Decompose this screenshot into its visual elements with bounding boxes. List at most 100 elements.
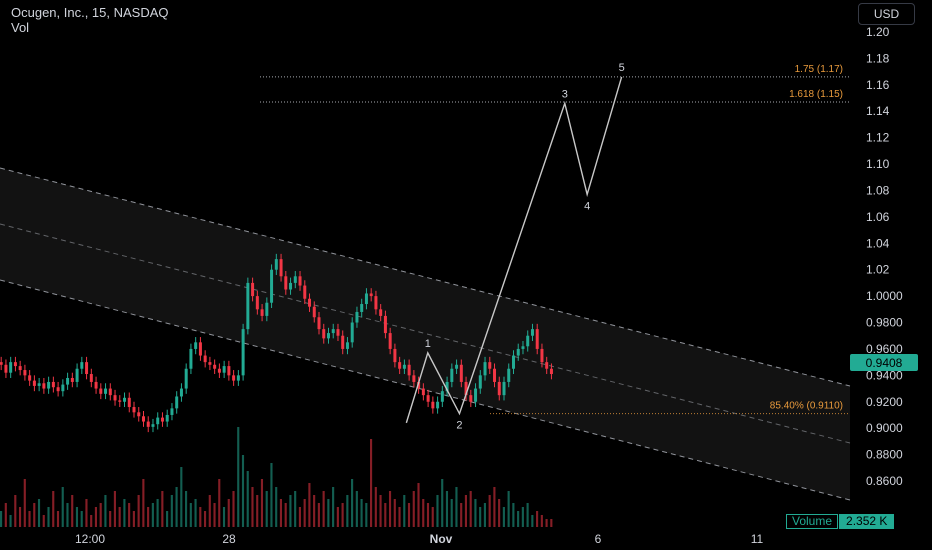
candle-body bbox=[89, 374, 93, 382]
wave-label: 1 bbox=[425, 338, 431, 350]
volume-bar bbox=[227, 499, 230, 527]
volume-bar bbox=[104, 495, 107, 527]
volume-bar bbox=[327, 499, 330, 527]
y-axis-tick: 1.0000 bbox=[866, 289, 903, 303]
candle-body bbox=[360, 304, 364, 312]
candle-body bbox=[189, 348, 193, 369]
y-axis-tick: 1.16 bbox=[866, 78, 890, 92]
volume-bar bbox=[237, 427, 240, 527]
volume-bar bbox=[71, 495, 74, 527]
volume-indicator-label[interactable]: Vol bbox=[11, 20, 29, 35]
candle-body bbox=[364, 293, 368, 305]
candle-body bbox=[355, 311, 359, 323]
volume-bar bbox=[189, 503, 192, 527]
candle-body bbox=[265, 302, 269, 316]
candle-body bbox=[459, 364, 463, 382]
volume-bar bbox=[517, 511, 520, 527]
volume-bar bbox=[474, 499, 477, 527]
y-axis-tick: 1.18 bbox=[866, 51, 890, 65]
candle-body bbox=[497, 381, 501, 396]
volume-bar bbox=[507, 491, 510, 527]
volume-bar bbox=[346, 495, 349, 527]
volume-bar bbox=[9, 515, 12, 527]
volume-bar bbox=[407, 503, 411, 527]
candle-body bbox=[336, 329, 340, 336]
volume-bar bbox=[332, 487, 335, 527]
volume-bar bbox=[180, 467, 183, 527]
volume-bar bbox=[365, 503, 368, 527]
candle-body bbox=[132, 407, 136, 413]
candle-body bbox=[398, 362, 402, 369]
candle-body bbox=[279, 259, 283, 277]
volume-bar bbox=[483, 503, 486, 527]
volume-legend[interactable]: Volume 2.352 K bbox=[786, 514, 895, 529]
candle-body bbox=[322, 329, 326, 339]
candle-body bbox=[402, 364, 406, 369]
candle-body bbox=[436, 401, 440, 409]
volume-bar bbox=[61, 487, 64, 527]
volume-bar bbox=[322, 491, 325, 527]
volume-bar bbox=[488, 495, 491, 527]
volume-bar bbox=[370, 439, 373, 527]
candle-body bbox=[317, 317, 321, 330]
candle-body bbox=[549, 368, 553, 375]
candle-body bbox=[412, 375, 416, 382]
candle-body bbox=[383, 315, 387, 334]
volume-bar bbox=[118, 507, 121, 527]
y-axis-tick: 0.8800 bbox=[866, 448, 903, 462]
candle-body bbox=[61, 384, 65, 392]
candle-body bbox=[326, 333, 330, 339]
candle-body bbox=[32, 380, 36, 386]
candle-body bbox=[255, 296, 259, 310]
candle-body bbox=[42, 383, 46, 389]
candle-body bbox=[23, 370, 27, 376]
volume-bar bbox=[232, 491, 235, 527]
volume-bar bbox=[317, 503, 320, 527]
volume-bar bbox=[175, 487, 178, 527]
volume-bar bbox=[151, 503, 154, 527]
volume-bar bbox=[379, 495, 382, 527]
volume-bar bbox=[75, 507, 79, 527]
fib-level-label: 1.618 (1.15) bbox=[789, 89, 843, 100]
regression-channel-fill bbox=[0, 168, 850, 500]
candle-body bbox=[9, 362, 13, 373]
y-axis-tick: 1.12 bbox=[866, 131, 890, 145]
y-axis-tick: 1.06 bbox=[866, 210, 890, 224]
volume-bar bbox=[502, 507, 505, 527]
volume-bar bbox=[445, 491, 449, 527]
volume-bar bbox=[289, 495, 292, 527]
volume-bar bbox=[531, 515, 534, 527]
volume-bar bbox=[550, 519, 553, 527]
candle-body bbox=[179, 388, 183, 397]
volume-bar bbox=[18, 507, 22, 527]
volume-bar bbox=[403, 495, 406, 527]
wave-label: 5 bbox=[619, 62, 625, 74]
candle-body bbox=[70, 377, 74, 382]
candle-body bbox=[28, 375, 32, 381]
volume-bar bbox=[113, 491, 116, 527]
candle-body bbox=[213, 364, 217, 369]
candle-body bbox=[80, 362, 84, 369]
candle-body bbox=[507, 368, 511, 382]
candle-body bbox=[388, 333, 392, 349]
currency-button[interactable]: USD bbox=[858, 3, 915, 25]
x-axis-tick: 11 bbox=[751, 532, 764, 546]
candle-body bbox=[350, 322, 354, 343]
volume-bar bbox=[455, 487, 458, 527]
price-chart[interactable]: 1.75 (1.17)1.618 (1.15)85.40% (0.9110)12… bbox=[0, 0, 932, 550]
volume-bar bbox=[336, 507, 339, 527]
y-axis-tick: 1.08 bbox=[866, 183, 890, 197]
candle-body bbox=[208, 362, 212, 365]
candle-body bbox=[530, 329, 534, 336]
volume-bar bbox=[156, 499, 159, 527]
volume-bar bbox=[388, 491, 392, 527]
candle-body bbox=[284, 276, 288, 290]
y-axis-tick: 0.9200 bbox=[866, 395, 903, 409]
candle-body bbox=[251, 282, 255, 297]
volume-bar bbox=[66, 503, 69, 527]
volume-bar bbox=[341, 503, 344, 527]
volume-bar bbox=[166, 511, 169, 527]
y-axis-tick: 1.02 bbox=[866, 263, 890, 277]
volume-bar bbox=[85, 499, 88, 527]
candle-body bbox=[246, 282, 250, 330]
